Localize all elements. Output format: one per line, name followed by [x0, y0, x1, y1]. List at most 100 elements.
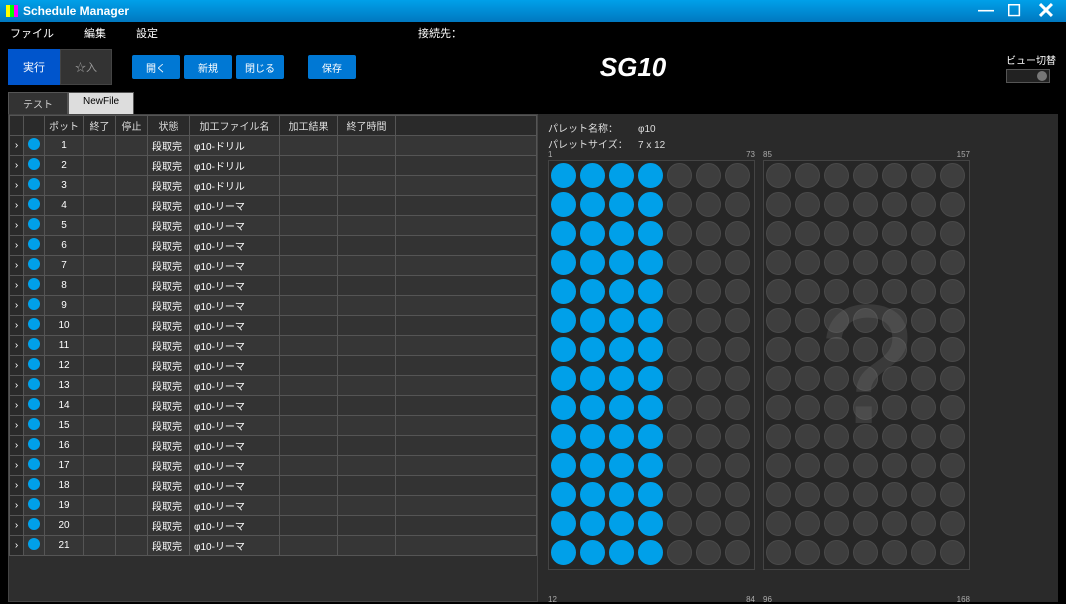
palette-cell[interactable] [551, 163, 576, 188]
palette-cell[interactable] [853, 279, 878, 304]
palette-cell[interactable] [795, 395, 820, 420]
palette-cell[interactable] [795, 511, 820, 536]
maximize-button[interactable]: ☐ [1002, 2, 1026, 20]
palette-cell[interactable] [824, 192, 849, 217]
palette-cell[interactable] [911, 395, 936, 420]
table-row[interactable]: ›2段取完φ10-ドリル [10, 156, 537, 176]
palette-cell[interactable] [725, 221, 750, 246]
palette-cell[interactable] [940, 308, 965, 333]
palette-cell[interactable] [911, 163, 936, 188]
close-button[interactable]: ✕ [1030, 2, 1062, 20]
palette-cell[interactable] [766, 308, 791, 333]
palette-cell[interactable] [725, 424, 750, 449]
table-row[interactable]: ›14段取完φ10-リーマ [10, 396, 537, 416]
palette-cell[interactable] [824, 163, 849, 188]
palette-cell[interactable] [824, 279, 849, 304]
palette-cell[interactable] [551, 395, 576, 420]
table-row[interactable]: ›19段取完φ10-リーマ [10, 496, 537, 516]
palette-cell[interactable] [638, 279, 663, 304]
palette-cell[interactable] [696, 511, 721, 536]
palette-cell[interactable] [551, 540, 576, 565]
palette-cell[interactable] [853, 250, 878, 275]
palette-cell[interactable] [824, 308, 849, 333]
palette-cell[interactable] [638, 337, 663, 362]
row-handle[interactable]: › [10, 196, 24, 216]
palette-cell[interactable] [667, 482, 692, 507]
palette-cell[interactable] [853, 221, 878, 246]
palette-cell[interactable] [580, 366, 605, 391]
palette-cell[interactable] [696, 308, 721, 333]
palette-cell[interactable] [696, 250, 721, 275]
palette-cell[interactable] [824, 511, 849, 536]
palette-cell[interactable] [609, 511, 634, 536]
col-file[interactable]: 加工ファイル名 [190, 116, 280, 136]
palette-cell[interactable] [725, 511, 750, 536]
palette-cell[interactable] [696, 366, 721, 391]
palette-cell[interactable] [551, 221, 576, 246]
palette-cell[interactable] [940, 511, 965, 536]
palette-cell[interactable] [853, 453, 878, 478]
palette-cell[interactable] [580, 395, 605, 420]
palette-cell[interactable] [580, 250, 605, 275]
palette-cell[interactable] [551, 511, 576, 536]
palette-cell[interactable] [882, 511, 907, 536]
minimize-button[interactable]: — [974, 2, 998, 20]
view-switch[interactable]: ビュー切替 [1006, 52, 1056, 83]
palette-cell[interactable] [609, 482, 634, 507]
palette-cell[interactable] [667, 366, 692, 391]
palette-cell[interactable] [696, 482, 721, 507]
palette-cell[interactable] [551, 250, 576, 275]
palette-cell[interactable] [609, 192, 634, 217]
palette-cell[interactable] [609, 279, 634, 304]
input-button[interactable]: ☆入 [60, 49, 112, 85]
palette-cell[interactable] [940, 366, 965, 391]
palette-cell[interactable] [795, 453, 820, 478]
palette-cell[interactable] [638, 511, 663, 536]
palette-cell[interactable] [882, 424, 907, 449]
palette-cell[interactable] [609, 453, 634, 478]
row-handle[interactable]: › [10, 216, 24, 236]
palette-cell[interactable] [795, 221, 820, 246]
palette-cell[interactable] [638, 395, 663, 420]
palette-cell[interactable] [766, 540, 791, 565]
palette-cell[interactable] [853, 308, 878, 333]
palette-cell[interactable] [882, 540, 907, 565]
palette-cell[interactable] [911, 221, 936, 246]
palette-cell[interactable] [766, 424, 791, 449]
palette-cell[interactable] [795, 366, 820, 391]
palette-cell[interactable] [609, 395, 634, 420]
row-handle[interactable]: › [10, 376, 24, 396]
col-status[interactable]: 状態 [148, 116, 190, 136]
palette-cell[interactable] [696, 424, 721, 449]
palette-cell[interactable] [638, 308, 663, 333]
palette-cell[interactable] [911, 511, 936, 536]
palette-cell[interactable] [551, 366, 576, 391]
palette-cell[interactable] [795, 540, 820, 565]
new-button[interactable]: 新規 [184, 55, 232, 79]
palette-cell[interactable] [882, 395, 907, 420]
row-handle[interactable]: › [10, 136, 24, 156]
palette-cell[interactable] [853, 424, 878, 449]
palette-cell[interactable] [940, 424, 965, 449]
table-row[interactable]: ›13段取完φ10-リーマ [10, 376, 537, 396]
palette-cell[interactable] [667, 250, 692, 275]
col-stop[interactable]: 停止 [116, 116, 148, 136]
palette-cell[interactable] [853, 366, 878, 391]
row-handle[interactable]: › [10, 156, 24, 176]
table-row[interactable]: ›4段取完φ10-リーマ [10, 196, 537, 216]
palette-cell[interactable] [551, 337, 576, 362]
palette-cell[interactable] [766, 395, 791, 420]
palette-cell[interactable] [551, 308, 576, 333]
table-row[interactable]: ›20段取完φ10-リーマ [10, 516, 537, 536]
palette-cell[interactable] [696, 279, 721, 304]
palette-cell[interactable] [696, 163, 721, 188]
palette-cell[interactable] [580, 424, 605, 449]
palette-cell[interactable] [580, 221, 605, 246]
palette-cell[interactable] [824, 540, 849, 565]
palette-cell[interactable] [667, 163, 692, 188]
table-row[interactable]: ›8段取完φ10-リーマ [10, 276, 537, 296]
palette-cell[interactable] [725, 308, 750, 333]
palette-cell[interactable] [940, 395, 965, 420]
palette-cell[interactable] [824, 250, 849, 275]
palette-cell[interactable] [638, 163, 663, 188]
